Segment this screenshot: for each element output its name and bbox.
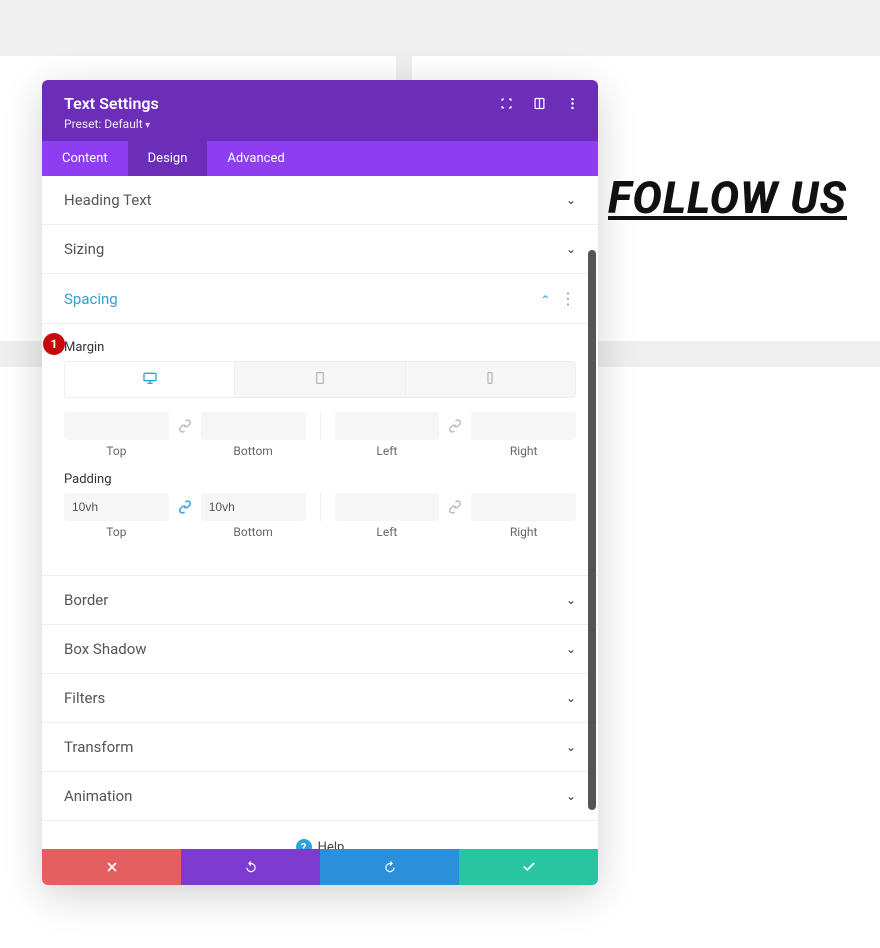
chevron-down-icon: ⌄ (566, 593, 576, 607)
device-desktop[interactable] (65, 362, 234, 397)
kebab-menu-icon[interactable]: ⋮ (560, 289, 576, 308)
link-icon[interactable] (177, 418, 193, 434)
header-icons (499, 96, 580, 115)
background-bar-top (0, 0, 880, 56)
help-label: Help (318, 840, 345, 850)
link-icon[interactable] (177, 499, 193, 515)
section-label: Border (64, 591, 108, 609)
expand-icon[interactable] (499, 96, 514, 115)
margin-top-input[interactable] (64, 412, 169, 440)
panel-header: Text Settings Preset: Default (42, 80, 598, 141)
padding-right-input[interactable] (471, 493, 576, 521)
settings-panel: Text Settings Preset: Default Content De… (42, 80, 598, 885)
panel-body: Heading Text ⌄ Sizing ⌄ Spacing ⌃ ⋮ Marg… (42, 176, 598, 849)
section-label: Sizing (64, 240, 104, 258)
divider (320, 412, 321, 440)
section-transform[interactable]: Transform ⌄ (42, 723, 598, 772)
label-top: Top (64, 525, 169, 539)
divider (320, 493, 321, 521)
margin-bottom-input[interactable] (201, 412, 306, 440)
section-animation[interactable]: Animation ⌄ (42, 772, 598, 821)
undo-button[interactable] (181, 849, 320, 885)
device-tablet[interactable] (234, 362, 404, 397)
padding-top-input[interactable] (64, 493, 169, 521)
tab-design[interactable]: Design (128, 141, 208, 176)
panel-title: Text Settings (64, 94, 159, 113)
chevron-down-icon: ⌄ (566, 789, 576, 803)
label-bottom: Bottom (201, 444, 306, 458)
chevron-down-icon: ⌄ (566, 242, 576, 256)
label-left: Left (335, 525, 440, 539)
chevron-down-icon: ⌄ (566, 740, 576, 754)
section-sizing[interactable]: Sizing ⌄ (42, 225, 598, 274)
cancel-button[interactable] (42, 849, 181, 885)
tab-content[interactable]: Content (42, 141, 128, 176)
scrollbar[interactable] (588, 250, 596, 885)
help-row[interactable]: ? Help (42, 821, 598, 849)
spacing-content: Margin (42, 324, 598, 576)
device-tabs (64, 361, 576, 398)
section-label: Transform (64, 738, 133, 756)
section-label: Filters (64, 689, 105, 707)
section-spacing[interactable]: Spacing ⌃ ⋮ (42, 274, 598, 324)
tab-advanced[interactable]: Advanced (207, 141, 304, 176)
padding-bottom-input[interactable] (201, 493, 306, 521)
chevron-down-icon: ⌄ (566, 691, 576, 705)
margin-inputs (64, 412, 576, 440)
padding-label: Padding (64, 472, 576, 487)
section-label: Spacing (64, 290, 118, 308)
section-filters[interactable]: Filters ⌄ (42, 674, 598, 723)
label-left: Left (335, 444, 440, 458)
kebab-menu-icon[interactable] (565, 96, 580, 115)
save-button[interactable] (459, 849, 598, 885)
section-border[interactable]: Border ⌄ (42, 576, 598, 625)
chevron-up-icon: ⌃ (540, 293, 550, 307)
label-right: Right (471, 525, 576, 539)
label-top: Top (64, 444, 169, 458)
chevron-down-icon: ⌄ (566, 193, 576, 207)
padding-left-input[interactable] (335, 493, 440, 521)
responsive-icon[interactable] (532, 96, 547, 115)
margin-left-input[interactable] (335, 412, 440, 440)
section-box-shadow[interactable]: Box Shadow ⌄ (42, 625, 598, 674)
help-icon: ? (296, 839, 312, 849)
scrollbar-thumb[interactable] (588, 250, 596, 810)
margin-sublabels: Top Bottom Left Right (64, 444, 576, 458)
section-label: Box Shadow (64, 640, 147, 658)
section-label: Animation (64, 787, 132, 805)
section-label: Heading Text (64, 191, 152, 209)
margin-right-input[interactable] (471, 412, 576, 440)
follow-us-heading: FOLLOW US (608, 172, 847, 224)
link-icon[interactable] (447, 418, 463, 434)
link-icon[interactable] (447, 499, 463, 515)
panel-tabs: Content Design Advanced (42, 141, 598, 176)
padding-inputs (64, 493, 576, 521)
device-phone[interactable] (405, 362, 575, 397)
chevron-down-icon: ⌄ (566, 642, 576, 656)
redo-button[interactable] (320, 849, 459, 885)
margin-label: Margin (64, 340, 576, 355)
preset-dropdown[interactable]: Preset: Default (64, 117, 159, 131)
label-right: Right (471, 444, 576, 458)
annotation-badge: 1 (43, 333, 65, 355)
section-heading-text[interactable]: Heading Text ⌄ (42, 176, 598, 225)
panel-footer (42, 849, 598, 885)
padding-sublabels: Top Bottom Left Right (64, 525, 576, 539)
label-bottom: Bottom (201, 525, 306, 539)
